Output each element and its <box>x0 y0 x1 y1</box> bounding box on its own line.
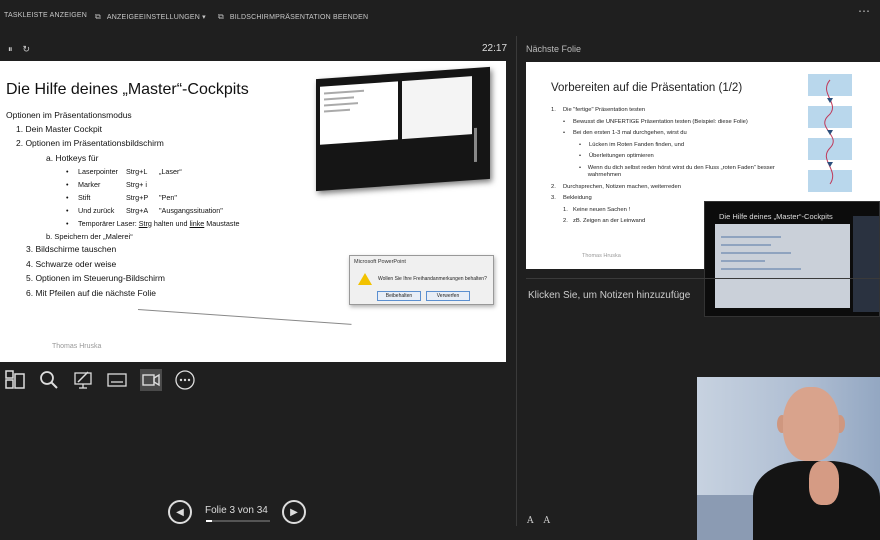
save-ink-dialog: Microsoft PowerPoint Wollen Sie Ihre Fre… <box>349 255 494 305</box>
slide-title: Die Hilfe deines „Master“-Cockpits <box>6 81 249 98</box>
slide-counter: Folie 3 von 34 <box>205 505 268 516</box>
next-slide-footer: Thomas Hruska <box>582 253 621 259</box>
slide-item-1: 1. Dein Master Cockpit <box>16 123 102 134</box>
slide-intro: Optionen im Präsentationsmodus <box>6 110 132 120</box>
next-slide-icon[interactable]: ▶ <box>282 500 306 524</box>
presenter-tools <box>4 369 196 391</box>
timer: 22:17 <box>482 43 508 54</box>
slides-overview-icon[interactable] <box>4 369 26 391</box>
decrease-font-icon[interactable]: A <box>544 516 551 526</box>
next-slide-row: • Bewusst die UNFERTIGE Präsentation test… <box>563 118 748 125</box>
next-slide-row: 1. Die "fertige" Präsentation testen <box>551 107 646 113</box>
slide-item-4: 4. Schwarze oder weise <box>26 258 117 269</box>
overlay-side-panel <box>853 216 879 312</box>
hotkey-row: • Und zurück Strg+A "Ausgangssituation" <box>66 205 223 215</box>
more-icon[interactable]: ⋯ <box>858 4 870 18</box>
slide-progress <box>206 520 270 522</box>
dialog-title: Microsoft PowerPoint <box>354 259 406 265</box>
current-slide-panel: ⏸ ↻ 22:17 Die Hilfe deines „Master“-Cock… <box>0 38 514 540</box>
screenshot-pane-right <box>402 76 472 140</box>
temp-laser-row: • Temporärer Laser: Strg halten und link… <box>66 218 240 228</box>
end-show-label: BILDSCHIRMPRÄSENTATION BEENDEN <box>229 13 369 21</box>
font-size-controls: A A <box>527 516 550 526</box>
slide-sub-b: b. Speichern der „Malerei“ <box>46 231 133 241</box>
slide-screenshot-image <box>316 66 490 192</box>
slide-item-2: 2. Optionen im Präsentationsbildschirm <box>16 138 164 149</box>
more-options-icon[interactable] <box>174 369 196 391</box>
discard-button[interactable]: Verwerfen <box>426 291 470 301</box>
notes-separator <box>526 278 880 279</box>
screen-capture-overlay: Die Hilfe deines „Master“-Cockpits <box>704 201 880 317</box>
next-slide-title: Vorbereiten auf die Präsentation (1/2) <box>551 82 743 94</box>
slide-navigation: ◀ Folie 3 von 34 ▶ <box>168 500 308 530</box>
slide-item-3: 3. Bildschirme tauschen <box>26 243 117 254</box>
next-slide-row: • Überleitungen optimieren <box>579 153 654 160</box>
pause-icon[interactable]: ⏸ <box>8 44 13 55</box>
warning-icon <box>358 273 372 285</box>
notes-input[interactable]: Klicken Sie, um Notizen hinzuzufüge <box>528 290 690 301</box>
callout-line <box>137 309 352 325</box>
current-slide[interactable]: Die Hilfe deines „Master“-Cockpits Optio… <box>0 61 506 362</box>
show-taskbar-label: TASKLEISTE ANZEIGEN <box>4 12 88 19</box>
slide-progress-fill <box>206 520 212 522</box>
display-settings-label: ANZEIGEEINSTELLUNGEN ▾ <box>106 14 206 21</box>
restart-icon[interactable]: ↻ <box>23 44 31 55</box>
pen-icon[interactable] <box>72 369 94 391</box>
presenter-toolbar: TASKLEISTE ANZEIGEN ⧉ ANZEIGEEINSTELLUNG… <box>0 0 880 32</box>
slide-body: Optionen im Präsentationsmodus 1. Dein M… <box>6 110 239 302</box>
next-slide-illustration <box>808 74 852 192</box>
display-settings-button[interactable]: ⧉ ANZEIGEEINSTELLUNGEN ▾ <box>95 12 206 22</box>
hotkey-row: • Stift Strg+P "Pen" <box>66 192 177 202</box>
slide-item-6: 6. Mit Pfeilen auf die nächste Folie <box>26 287 156 298</box>
previous-slide-icon[interactable]: ◀ <box>168 500 192 524</box>
subtitles-icon[interactable] <box>106 369 128 391</box>
next-slide-label: Nächste Folie <box>526 44 582 54</box>
hotkey-row: • Marker Strg+ i <box>66 179 147 189</box>
slide-item-5: 5. Optionen im Steuerung-Bildschirm <box>26 273 165 284</box>
keep-button[interactable]: Beibehalten <box>377 291 421 301</box>
overlay-slide-title: Die Hilfe deines „Master“-Cockpits <box>719 212 833 221</box>
screenshot-scrollbar <box>474 127 477 163</box>
increase-font-icon[interactable]: A <box>527 516 534 526</box>
display-settings-icon: ⧉ <box>95 12 101 21</box>
next-slide-row: 2. Durchsprechen, Notizen machen, weiterr… <box>551 183 681 190</box>
next-slide-row: • Lücken im Roten Fanden finden, und <box>579 141 685 148</box>
webcam-video <box>697 377 880 540</box>
show-taskbar-button[interactable]: TASKLEISTE ANZEIGEN <box>4 12 87 19</box>
dialog-message: Wollen Sie Ihre Freihandanmerkungen beha… <box>378 276 487 282</box>
panel-divider[interactable] <box>516 36 517 526</box>
end-show-button[interactable]: ⧉ BILDSCHIRMPRÄSENTATION BEENDEN <box>218 12 368 22</box>
timer-controls: ⏸ ↻ <box>8 44 30 55</box>
next-slide-row: • Bei den ersten 1-3 mal durchgehen, wirs… <box>563 130 687 137</box>
end-show-icon: ⧉ <box>218 12 224 21</box>
hotkey-row: • Laserpointer Strg+L „Laser“ <box>66 166 182 176</box>
camera-icon[interactable] <box>140 369 162 391</box>
slide-footer: Thomas Hruska <box>52 343 102 350</box>
zoom-icon[interactable] <box>38 369 60 391</box>
slide-sub-a: a. Hotkeys für <box>46 152 99 163</box>
next-slide-row: • Wenn du dich selbst reden hörst wirst d… <box>579 164 775 179</box>
